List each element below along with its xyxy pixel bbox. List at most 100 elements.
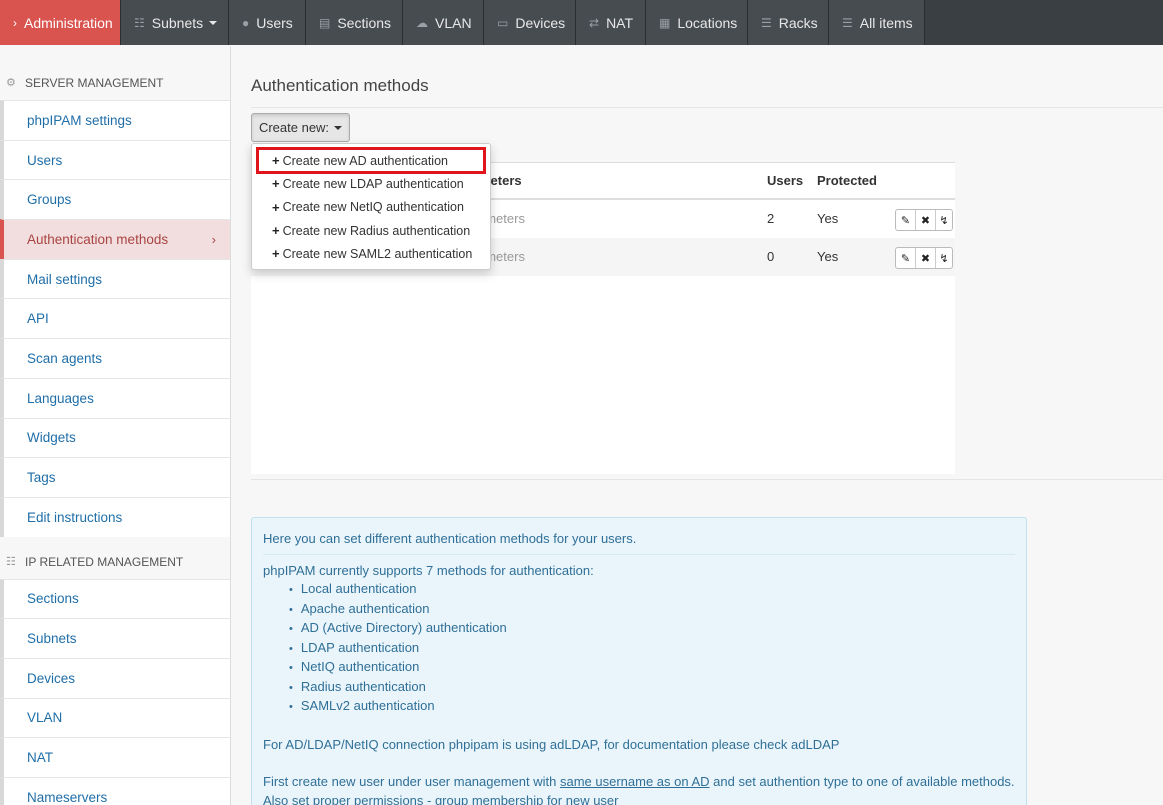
- sidebar-item-groups[interactable]: Groups: [0, 179, 230, 220]
- list-item: Apache authentication: [289, 600, 1015, 620]
- list-item: SAMLv2 authentication: [289, 697, 1015, 717]
- navbar-filler: [925, 0, 1163, 45]
- note-text: First create new user under user managem…: [263, 774, 560, 789]
- nav-label: Racks: [778, 14, 818, 31]
- sidebar-item-sections[interactable]: Sections: [0, 578, 230, 619]
- close-icon[interactable]: ✖: [916, 210, 936, 230]
- sidebar-item-nat[interactable]: NAT: [0, 737, 230, 777]
- bolt-icon[interactable]: ↯: [936, 248, 952, 268]
- nav-administration[interactable]: › Administration: [0, 0, 121, 45]
- cell-protected: Yes: [817, 211, 839, 226]
- sidebar-item-phpipam-settings[interactable]: phpIPAM settings: [0, 100, 230, 140]
- sidebar-item-edit-instructions[interactable]: Edit instructions: [0, 496, 230, 537]
- nav-users[interactable]: ● Users: [229, 0, 306, 45]
- sidebar-item-label: Mail settings: [27, 271, 103, 287]
- page-title: Authentication methods: [251, 76, 429, 95]
- menu-item-create-saml2[interactable]: + Create new SAML2 authentication: [252, 242, 490, 265]
- sidebar-item-label: API: [27, 311, 49, 327]
- nav-label: VLAN: [435, 14, 472, 31]
- sidebar-item-nameservers[interactable]: Nameservers: [0, 777, 230, 805]
- cell-users: 0: [767, 249, 775, 264]
- bolt-icon[interactable]: ↯: [936, 210, 952, 230]
- sidebar-item-label: VLAN: [27, 710, 63, 726]
- bars-icon: ☰: [761, 15, 772, 30]
- nav-racks[interactable]: ☰ Racks: [748, 0, 829, 45]
- pencil-icon[interactable]: ✎: [896, 210, 916, 230]
- server-icon: ▤: [319, 15, 331, 30]
- cell-users: 2: [767, 211, 775, 226]
- nav-vlan[interactable]: ☁ VLAN: [403, 0, 484, 45]
- note-text: and set authention type to one of availa…: [709, 774, 1015, 789]
- menu-item-label: Create new Radius authentication: [282, 223, 471, 238]
- plus-icon: +: [272, 246, 280, 262]
- exchange-icon: ⇄: [589, 15, 600, 30]
- sidebar-item-devices[interactable]: Devices: [0, 657, 230, 698]
- sidebar-item-subnets[interactable]: Subnets: [0, 618, 230, 658]
- nav-label: Locations: [677, 14, 738, 31]
- nav-label: All items: [859, 14, 913, 31]
- sidebar-item-languages[interactable]: Languages: [0, 377, 230, 418]
- same-username-link: same username as on AD: [559, 774, 710, 789]
- cogs-icon: ⚙: [6, 77, 16, 89]
- plus-icon: +: [272, 153, 280, 169]
- divider: [251, 107, 1163, 108]
- sidebar-item-label: Scan agents: [27, 350, 103, 366]
- nav-all-items[interactable]: ☰ All items: [829, 0, 925, 45]
- nav-subnets[interactable]: ☷ Subnets: [121, 0, 229, 45]
- column-header-protected: Protected: [817, 173, 877, 188]
- sidebar-item-label: Nameservers: [27, 789, 108, 805]
- sidebar-item-label: Devices: [27, 670, 76, 686]
- caret-down-icon: [334, 125, 343, 130]
- caret-down-icon: [209, 20, 218, 25]
- sidebar-item-authentication-methods[interactable]: Authentication methods ›: [0, 219, 230, 259]
- desktop-icon: ▭: [497, 15, 509, 30]
- button-label: Create new:: [258, 120, 330, 135]
- pencil-icon[interactable]: ✎: [896, 248, 916, 268]
- list-item: AD (Active Directory) authentication: [289, 619, 1015, 639]
- sidebar-item-mail-settings[interactable]: Mail settings: [0, 258, 230, 299]
- nav-devices[interactable]: ▭ Devices: [484, 0, 576, 45]
- sidebar-item-widgets[interactable]: Widgets: [0, 417, 230, 458]
- sitemap-icon: ☷: [134, 15, 145, 30]
- menu-item-create-ldap[interactable]: + Create new LDAP authentication: [252, 172, 490, 195]
- menu-item-label: Create new NetIQ authentication: [282, 200, 464, 215]
- nav-sections[interactable]: ▤ Sections: [306, 0, 403, 45]
- list-item: Radius authentication: [289, 678, 1015, 698]
- list-item: LDAP authentication: [289, 639, 1015, 659]
- heading-label: SERVER MANAGEMENT: [25, 76, 164, 90]
- map-icon: ▦: [659, 15, 671, 30]
- nav-label: Devices: [515, 14, 566, 31]
- plus-icon: +: [272, 176, 280, 192]
- sidebar-item-scan-agents[interactable]: Scan agents: [0, 338, 230, 378]
- nav-nat[interactable]: ⇄ NAT: [576, 0, 646, 45]
- create-new-button[interactable]: Create new:: [251, 113, 350, 142]
- nav-label: Subnets: [151, 14, 204, 31]
- sidebar-item-label: Edit instructions: [27, 509, 123, 525]
- menu-item-create-netiq[interactable]: + Create new NetIQ authentication: [252, 196, 490, 219]
- nav-locations[interactable]: ▦ Locations: [646, 0, 748, 45]
- info-supported-methods: phpIPAM currently supports 7 methods for…: [263, 562, 594, 578]
- cloud-icon: ☁: [416, 15, 428, 30]
- server-menu: phpIPAM settings Users Groups Authentica…: [0, 100, 230, 537]
- row-actions: ✎ ✖ ↯: [895, 247, 953, 269]
- close-icon[interactable]: ✖: [916, 248, 936, 268]
- info-adldap-note: For AD/LDAP/NetIQ connection phpipam is …: [263, 736, 840, 752]
- nav-label: Administration: [24, 14, 113, 31]
- sidebar-item-api[interactable]: API: [0, 298, 230, 339]
- menu-item-create-radius[interactable]: + Create new Radius authentication: [252, 219, 490, 242]
- sidebar-item-label: Widgets: [27, 430, 76, 446]
- main-content: Authentication methods meters Users Prot…: [231, 46, 1163, 805]
- divider: [251, 479, 1163, 480]
- sidebar: ⚙ SERVER MANAGEMENT phpIPAM settings Use…: [0, 46, 231, 805]
- sidebar-item-label: Sections: [27, 591, 79, 607]
- sidebar-item-users[interactable]: Users: [0, 139, 230, 180]
- menu-item-create-ad[interactable]: + Create new AD authentication: [256, 146, 486, 175]
- list-item: NetIQ authentication: [289, 658, 1015, 678]
- plus-icon: +: [272, 223, 280, 239]
- nav-label: Users: [256, 14, 293, 31]
- sidebar-item-label: Authentication methods: [27, 231, 169, 247]
- list-item: Local authentication: [289, 580, 1015, 600]
- sidebar-item-vlan[interactable]: VLAN: [0, 697, 230, 738]
- sidebar-item-tags[interactable]: Tags: [0, 457, 230, 497]
- info-permissions-note: Also set proper permissions - group memb…: [263, 792, 619, 805]
